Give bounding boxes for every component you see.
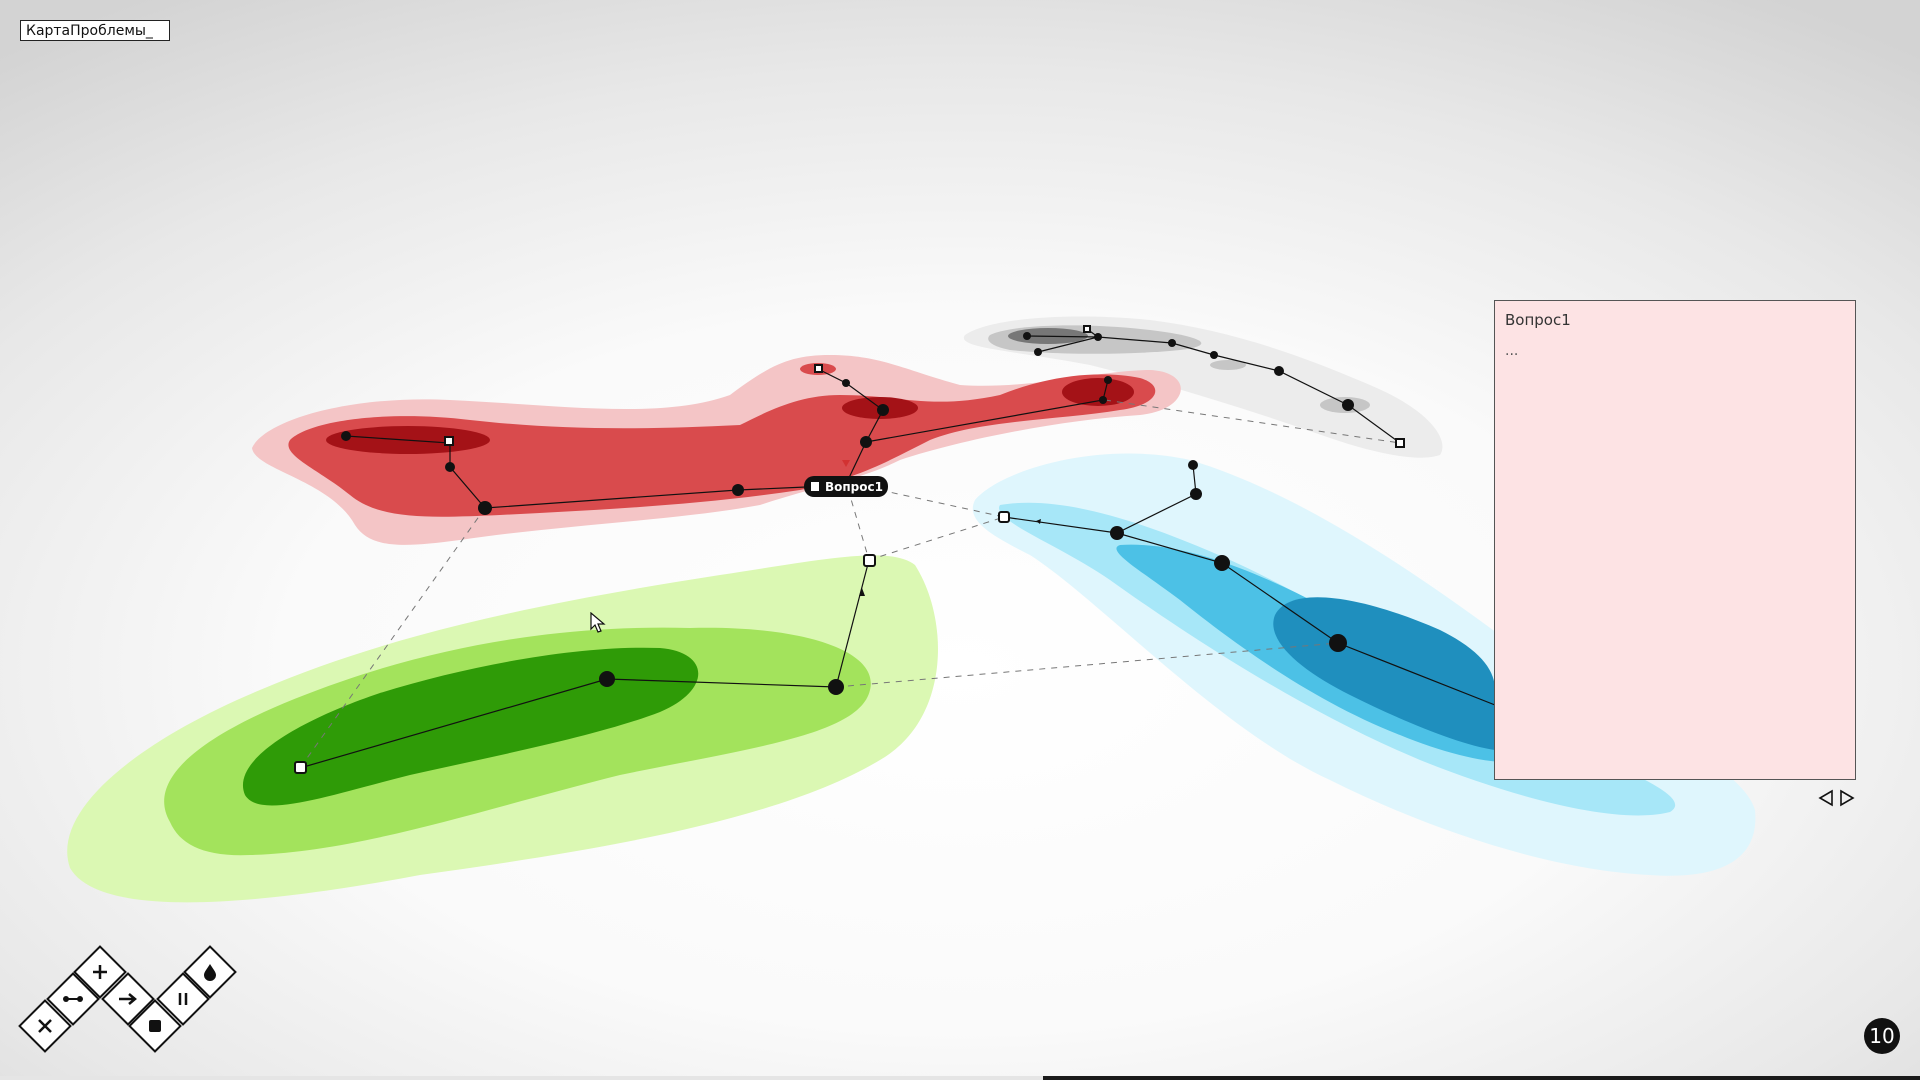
map-node[interactable] xyxy=(445,462,455,472)
map-node[interactable] xyxy=(1329,634,1347,652)
map-node[interactable] xyxy=(1274,366,1284,376)
map-node[interactable] xyxy=(1188,460,1198,470)
node-tag-label: Вопрос1 xyxy=(825,480,883,494)
map-node[interactable] xyxy=(1099,396,1107,404)
map-node[interactable] xyxy=(341,431,351,441)
map-node[interactable] xyxy=(828,679,844,695)
map-node[interactable] xyxy=(1168,339,1176,347)
triangle-left-icon[interactable] xyxy=(1817,789,1835,807)
map-node[interactable] xyxy=(860,436,872,448)
dashed-link xyxy=(847,488,870,561)
map-node[interactable] xyxy=(1214,555,1230,571)
panel-body[interactable]: ... xyxy=(1505,343,1845,359)
map-node[interactable] xyxy=(732,484,744,496)
parallel-icon xyxy=(178,993,188,1005)
delete-icon xyxy=(38,1019,52,1033)
map-node[interactable] xyxy=(1210,351,1218,359)
square-icon xyxy=(149,1020,161,1032)
dashed-link xyxy=(868,516,1005,561)
triangle-right-icon[interactable] xyxy=(1838,789,1856,807)
red-inner-region-c xyxy=(1062,378,1134,406)
map-node[interactable] xyxy=(1023,332,1031,340)
map-node[interactable] xyxy=(1110,526,1124,540)
map-node-hollow[interactable] xyxy=(863,554,876,567)
page-counter-badge: 10 xyxy=(1864,1018,1900,1054)
map-node-hollow[interactable] xyxy=(1395,438,1405,448)
map-node-hollow[interactable] xyxy=(444,436,454,446)
node-tag-icon xyxy=(811,482,819,491)
map-node-hollow[interactable] xyxy=(814,364,823,373)
map-node[interactable] xyxy=(1034,348,1042,356)
progress-bar xyxy=(0,1076,1920,1080)
green-cluster xyxy=(67,555,938,903)
tool-palette xyxy=(18,945,248,1055)
map-node[interactable] xyxy=(478,501,492,515)
question-side-panel[interactable]: Вопрос1 ... xyxy=(1494,300,1856,780)
map-node[interactable] xyxy=(1342,399,1354,411)
node-tag[interactable]: Вопрос1 xyxy=(804,476,888,497)
map-node[interactable] xyxy=(1190,488,1202,500)
add-icon xyxy=(93,965,107,979)
map-node[interactable] xyxy=(1094,333,1102,341)
panel-title: Вопрос1 xyxy=(1505,311,1571,329)
progress-bar-fill xyxy=(1042,1076,1920,1080)
connect-icon xyxy=(63,996,83,1002)
map-node[interactable] xyxy=(599,671,615,687)
panel-pager xyxy=(1817,789,1856,807)
arrow-right-icon xyxy=(119,993,137,1005)
map-node-hollow[interactable] xyxy=(1083,325,1091,333)
map-node[interactable] xyxy=(1104,376,1112,384)
map-node[interactable] xyxy=(877,404,889,416)
map-node[interactable] xyxy=(842,379,850,387)
drop-icon xyxy=(204,964,216,981)
map-node-hollow[interactable] xyxy=(998,511,1010,523)
mouse-cursor-icon xyxy=(590,612,606,633)
map-node-hollow[interactable] xyxy=(294,761,307,774)
